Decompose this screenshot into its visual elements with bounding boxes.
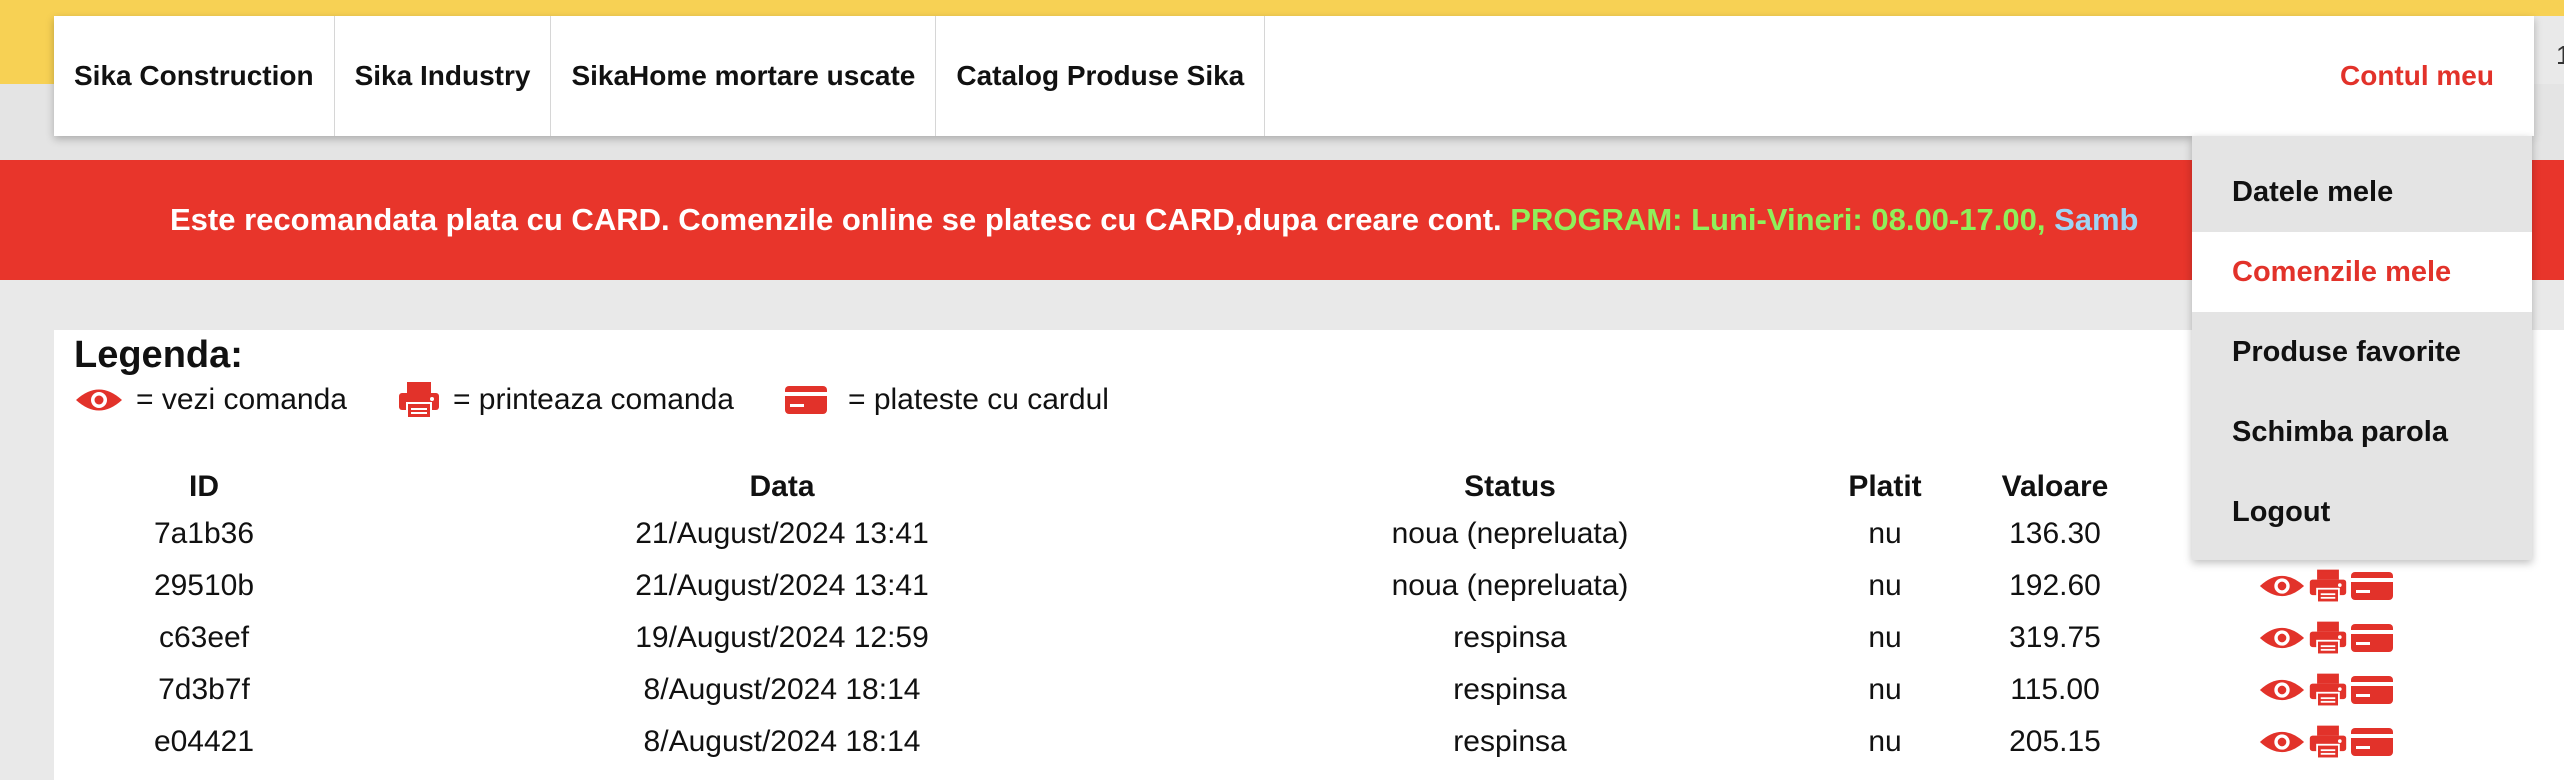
payment-banner: Este recomandata plata cu CARD. Comenzil… (0, 160, 2564, 280)
cell-id: 29510b (153, 569, 255, 602)
view-order-button[interactable] (2258, 675, 2306, 705)
banner-program: PROGRAM: Luni-Vineri: 08.00-17.00, (1510, 202, 2055, 237)
column-header-paid: Platit (1848, 470, 1922, 503)
view-order-button[interactable] (2258, 727, 2306, 757)
printer-icon (2309, 621, 2347, 656)
legend-title: Legenda: (74, 334, 243, 376)
nav-item-sika-industry[interactable]: Sika Industry (335, 16, 552, 136)
eye-icon (2259, 679, 2305, 701)
print-order-button[interactable] (2308, 723, 2348, 761)
printer-icon (2309, 673, 2347, 708)
cell-value: 205.15 (2009, 725, 2101, 758)
eye-icon (2259, 575, 2305, 597)
table-row: c63eef 19/August/2024 12:59 respinsa nu … (54, 612, 2404, 664)
view-order-button[interactable] (2258, 623, 2306, 653)
account-dropdown-menu: Datele mele Comenzile mele Produse favor… (2192, 136, 2532, 560)
menu-item-my-data[interactable]: Datele mele (2192, 152, 2532, 232)
eye-icon (76, 389, 122, 411)
cell-id: 7d3b7f (158, 673, 250, 706)
banner-message: Este recomandata plata cu CARD. Comenzil… (170, 202, 1511, 237)
print-order-button[interactable] (2308, 567, 2348, 605)
credit-card-icon (2351, 728, 2393, 756)
eye-icon (2259, 627, 2305, 649)
printer-icon (2309, 569, 2347, 604)
cell-id: 7a1b36 (153, 517, 255, 550)
column-header-id: ID (189, 470, 219, 503)
legend-print-label: = printeaza comanda (452, 383, 734, 416)
credit-card-icon (2351, 624, 2393, 652)
cell-status: noua (nepreluata) (1391, 517, 1629, 550)
legend-print: = printeaza comanda (397, 380, 734, 420)
cell-paid: nu (1868, 725, 1902, 758)
pay-order-button[interactable] (2350, 727, 2394, 757)
cell-id: e04421 (153, 725, 255, 758)
column-header-date: Data (749, 470, 815, 503)
main-navbar: Sika Construction Sika Industry SikaHome… (54, 16, 2534, 136)
cell-value: 115.00 (2010, 673, 2100, 706)
pay-order-button[interactable] (2350, 623, 2394, 653)
cell-date: 21/August/2024 13:41 (635, 517, 929, 550)
cell-date: 8/August/2024 18:14 (643, 725, 921, 758)
cell-status: respinsa (1453, 673, 1567, 706)
view-order-button[interactable] (2258, 571, 2306, 601)
banner-text: Este recomandata plata cu CARD. Comenzil… (0, 202, 2138, 238)
top-yellow-strip (0, 0, 2564, 16)
legend-view-label: = vezi comanda (136, 383, 347, 416)
legend-pay-label: = plateste cu cardul (847, 383, 1109, 416)
pay-order-button[interactable] (2350, 675, 2394, 705)
printer-icon (2309, 725, 2347, 760)
cell-value: 192.60 (2009, 569, 2101, 602)
print-order-button[interactable] (2308, 619, 2348, 657)
cut-off-text: 1 (2556, 40, 2564, 70)
legend-view: = vezi comanda (74, 383, 347, 417)
cell-paid: nu (1868, 517, 1902, 550)
cell-date: 21/August/2024 13:41 (635, 569, 929, 602)
menu-item-logout[interactable]: Logout (2192, 472, 2532, 552)
legend-pay: = plateste cu cardul (784, 383, 1109, 417)
cell-date: 19/August/2024 12:59 (635, 621, 929, 654)
cell-status: respinsa (1453, 725, 1567, 758)
column-header-value: Valoare (2001, 470, 2109, 503)
table-row: 7a1b36 21/August/2024 13:41 noua (neprel… (54, 508, 2404, 560)
credit-card-icon (2351, 676, 2393, 704)
cell-actions (2150, 560, 2404, 612)
cell-actions (2150, 664, 2404, 716)
menu-item-change-password[interactable]: Schimba parola (2192, 392, 2532, 472)
orders-table: ID Data Status Platit Valoare 7a1b36 21/… (54, 466, 2404, 768)
nav-item-sika-construction[interactable]: Sika Construction (54, 16, 335, 136)
nav-item-catalog[interactable]: Catalog Produse Sika (936, 16, 1266, 136)
cell-value: 136.30 (2009, 517, 2101, 550)
cell-paid: nu (1868, 569, 1902, 602)
cell-actions (2150, 612, 2404, 664)
credit-card-icon (784, 386, 827, 414)
cell-value: 319.75 (2009, 621, 2101, 654)
cell-actions (2150, 716, 2404, 768)
printer-icon (398, 382, 439, 419)
eye-icon (2259, 731, 2305, 753)
menu-item-my-orders[interactable]: Comenzile mele (2192, 232, 2532, 312)
table-row: e04421 8/August/2024 18:14 respinsa nu 2… (54, 716, 2404, 768)
nav-account-menu[interactable]: Contul meu (2320, 16, 2534, 136)
cell-status: noua (nepreluata) (1391, 569, 1629, 602)
legend: = vezi comanda = printeaza comanda = pla… (74, 380, 1159, 420)
column-header-status: Status (1464, 470, 1556, 503)
cell-id: c63eef (158, 621, 250, 654)
table-row: 7d3b7f 8/August/2024 18:14 respinsa nu 1… (54, 664, 2404, 716)
cell-status: respinsa (1453, 621, 1567, 654)
table-header-row: ID Data Status Platit Valoare (54, 466, 2404, 508)
nav-item-sikahome[interactable]: SikaHome mortare uscate (551, 16, 937, 136)
cell-paid: nu (1868, 673, 1902, 706)
credit-card-icon (2351, 572, 2393, 600)
cell-date: 8/August/2024 18:14 (643, 673, 921, 706)
table-row: 29510b 21/August/2024 13:41 noua (neprel… (54, 560, 2404, 612)
pay-order-button[interactable] (2350, 571, 2394, 601)
left-yellow-block (0, 0, 54, 84)
menu-item-favorite-products[interactable]: Produse favorite (2192, 312, 2532, 392)
banner-saturday: Samb (2054, 202, 2139, 237)
print-order-button[interactable] (2308, 671, 2348, 709)
cell-paid: nu (1868, 621, 1902, 654)
